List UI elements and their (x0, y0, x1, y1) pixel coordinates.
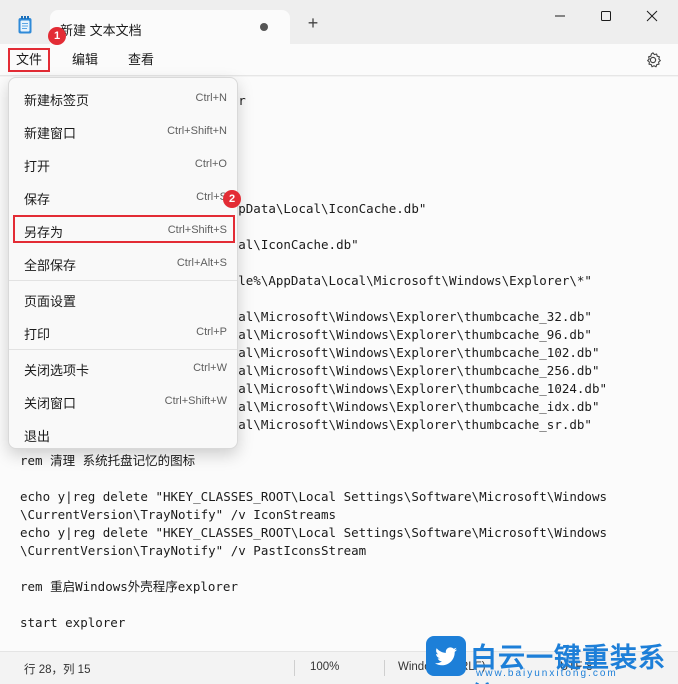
notepad-app-icon (18, 16, 32, 34)
minimize-button[interactable] (538, 4, 582, 32)
zoom-level: 100% (310, 661, 340, 673)
settings-gear-icon[interactable] (644, 51, 662, 69)
menu-separator (9, 280, 237, 281)
menu-item-label: 保存 (24, 192, 51, 207)
minimize-icon (555, 15, 565, 17)
title-bar: 新建 文本文档 + (0, 0, 678, 44)
menu-item-save-all[interactable]: 全部保存 Ctrl+Alt+S (13, 248, 235, 278)
menu-item-shortcut: Ctrl+Shift+S (167, 224, 227, 236)
twitter-bird-logo-icon (426, 636, 466, 676)
new-tab-button[interactable]: + (304, 14, 322, 32)
menu-item-shortcut: Ctrl+P (196, 326, 227, 338)
menu-item-page-setup[interactable]: 页面设置 (13, 284, 235, 314)
maximize-icon (601, 11, 611, 21)
menu-item-label: 页面设置 (24, 294, 77, 309)
status-divider (294, 660, 295, 676)
menu-item-print[interactable]: 打印 Ctrl+P (13, 317, 235, 347)
menu-file[interactable]: 文件 (8, 48, 51, 72)
menu-item-label: 新建窗口 (24, 126, 77, 141)
menu-separator (9, 349, 237, 350)
menu-item-close-window[interactable]: 关闭窗口 Ctrl+Shift+W (13, 386, 235, 416)
cursor-position: 行 28，列 15 (24, 664, 91, 676)
menu-item-label: 关闭选项卡 (24, 363, 90, 378)
menu-item-shortcut: Ctrl+W (193, 362, 227, 374)
menu-item-save-as[interactable]: 另存为 Ctrl+Shift+S (13, 215, 235, 243)
watermark: 白云一键重装系统 www.baiyunxitong.com (426, 636, 676, 684)
unsaved-dot-icon[interactable] (260, 23, 268, 31)
menu-view[interactable]: 查看 (122, 48, 160, 72)
menu-item-open[interactable]: 打开 Ctrl+O (13, 149, 235, 179)
menu-item-label: 全部保存 (24, 258, 77, 273)
menu-bar: 文件 编辑 查看 (0, 44, 678, 76)
step-badge-2: 2 (223, 190, 241, 208)
menu-edit[interactable]: 编辑 (66, 48, 104, 72)
menu-item-label: 关闭窗口 (24, 396, 77, 411)
menu-item-exit[interactable]: 退出 (13, 419, 235, 449)
menu-item-close-tab[interactable]: 关闭选项卡 Ctrl+W (13, 353, 235, 383)
watermark-url: www.baiyunxitong.com (476, 668, 618, 679)
tab-document[interactable]: 新建 文本文档 (50, 10, 290, 44)
close-icon (646, 10, 658, 22)
menu-item-shortcut: Ctrl+Alt+S (176, 257, 227, 269)
menu-item-shortcut: Ctrl+O (194, 158, 227, 170)
menu-item-shortcut: Ctrl+Shift+N (167, 125, 227, 137)
close-button[interactable] (630, 4, 674, 32)
file-menu-dropdown: 新建标签页 Ctrl+N 新建窗口 Ctrl+Shift+N 打开 Ctrl+O… (8, 77, 238, 449)
step-badge-1: 1 (48, 27, 66, 45)
menu-item-label: 新建标签页 (24, 93, 90, 108)
status-divider (384, 660, 385, 676)
menu-item-label: 退出 (24, 429, 51, 444)
menu-item-new-window[interactable]: 新建窗口 Ctrl+Shift+N (13, 116, 235, 146)
menu-item-save[interactable]: 保存 Ctrl+S (13, 182, 235, 212)
menu-item-label: 打开 (24, 159, 51, 174)
menu-item-label: 打印 (24, 327, 51, 342)
tab-title: 新建 文本文档 (60, 23, 142, 38)
maximize-button[interactable] (584, 4, 628, 32)
menu-item-label: 另存为 (24, 225, 64, 240)
menu-item-new-tab[interactable]: 新建标签页 Ctrl+N (13, 83, 235, 113)
menu-item-shortcut: Ctrl+N (195, 92, 227, 104)
menu-item-shortcut: Ctrl+Shift+W (164, 395, 227, 407)
